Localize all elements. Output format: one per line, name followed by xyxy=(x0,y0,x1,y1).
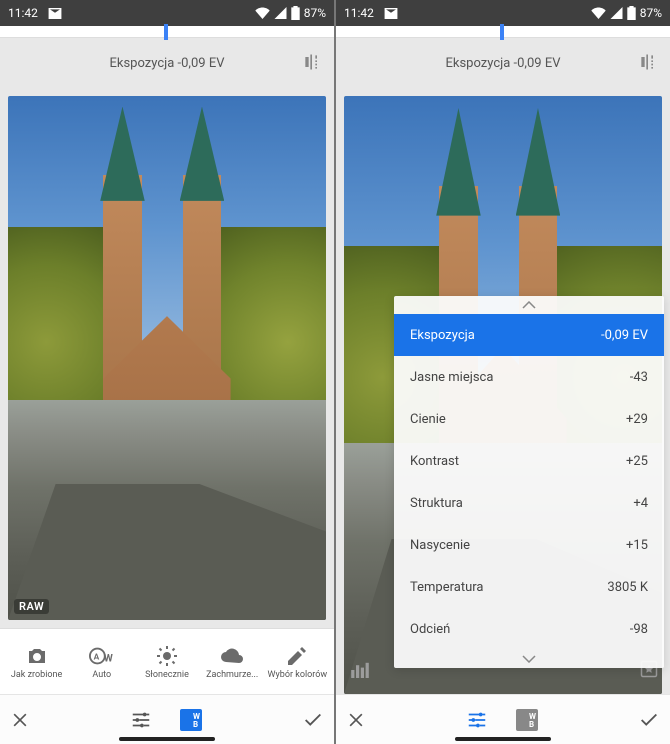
svg-text:A: A xyxy=(93,652,99,662)
exposure-label: Ekspozycja -0,09 EV xyxy=(110,56,225,71)
sliders-button[interactable] xyxy=(466,709,488,731)
signal-icon xyxy=(274,7,287,19)
wifi-icon xyxy=(591,7,606,19)
histogram-icon[interactable] xyxy=(350,662,370,682)
sliders-button[interactable] xyxy=(130,709,152,731)
panel-collapse-up[interactable] xyxy=(394,296,664,314)
compare-icon[interactable] xyxy=(302,52,322,76)
panel-row-odcien[interactable]: Odcień -98 xyxy=(394,608,664,650)
status-time: 11:42 xyxy=(8,6,38,20)
photo-canvas-left[interactable]: RAW xyxy=(8,96,326,620)
panel-row-temperatura[interactable]: Temperatura 3805 K xyxy=(394,566,664,608)
home-indicator[interactable] xyxy=(119,737,215,741)
gmail-icon xyxy=(48,8,62,19)
close-button[interactable] xyxy=(346,710,366,730)
panel-row-ekspozycja[interactable]: Ekspozycja -0,09 EV xyxy=(394,314,664,356)
header-right: Ekspozycja -0,09 EV xyxy=(336,38,670,88)
signal-icon xyxy=(610,7,623,19)
panel-row-struktura[interactable]: Struktura +4 xyxy=(394,482,664,524)
battery-icon xyxy=(627,6,636,20)
wb-zachmurzenie[interactable]: Zachmurze... xyxy=(200,644,265,680)
status-battery: 87% xyxy=(640,6,662,20)
status-battery: 87% xyxy=(304,6,326,20)
battery-icon xyxy=(291,6,300,20)
wb-badge-icon: WB xyxy=(180,709,202,731)
white-balance-button[interactable]: WB xyxy=(180,709,202,731)
status-bar: 11:42 87% xyxy=(336,0,670,26)
slider-track[interactable] xyxy=(0,26,334,38)
wb-badge-icon: WB xyxy=(516,709,538,731)
white-balance-row: Jak zrobione AW Auto Słonecznie Zachmurz… xyxy=(0,628,334,694)
close-button[interactable] xyxy=(10,710,30,730)
svg-text:W: W xyxy=(104,653,113,664)
status-bar: 11:42 87% xyxy=(0,0,334,26)
exposure-label: Ekspozycja -0,09 EV xyxy=(446,56,561,71)
gmail-icon xyxy=(384,8,398,19)
pane-right: 11:42 87% Ekspozycja -0,09 EV xyxy=(336,0,670,744)
white-balance-button[interactable]: WB xyxy=(516,709,538,731)
home-indicator[interactable] xyxy=(455,737,551,741)
panel-row-nasycenie[interactable]: Nasycenie +15 xyxy=(394,524,664,566)
wb-slonecznie[interactable]: Słonecznie xyxy=(134,644,199,680)
pane-left: 11:42 87% Ekspozycja -0,09 EV RAW xyxy=(0,0,334,744)
panel-row-cienie[interactable]: Cienie +29 xyxy=(394,398,664,440)
slider-track[interactable] xyxy=(336,26,670,38)
header-left: Ekspozycja -0,09 EV xyxy=(0,38,334,88)
wb-auto[interactable]: AW Auto xyxy=(69,644,134,680)
wifi-icon xyxy=(255,7,270,19)
adjust-panel: Ekspozycja -0,09 EV Jasne miejsca -43 Ci… xyxy=(394,296,664,668)
compare-icon[interactable] xyxy=(638,52,658,76)
raw-badge: RAW xyxy=(14,599,49,614)
panel-collapse-down[interactable] xyxy=(394,650,664,668)
status-time: 11:42 xyxy=(344,6,374,20)
confirm-button[interactable] xyxy=(638,709,660,731)
wb-wybor-kolorow[interactable]: Wybór kolorów xyxy=(265,644,330,680)
panel-row-jasne-miejsca[interactable]: Jasne miejsca -43 xyxy=(394,356,664,398)
confirm-button[interactable] xyxy=(302,709,324,731)
wb-jak-zrobione[interactable]: Jak zrobione xyxy=(4,644,69,680)
panel-row-kontrast[interactable]: Kontrast +25 xyxy=(394,440,664,482)
